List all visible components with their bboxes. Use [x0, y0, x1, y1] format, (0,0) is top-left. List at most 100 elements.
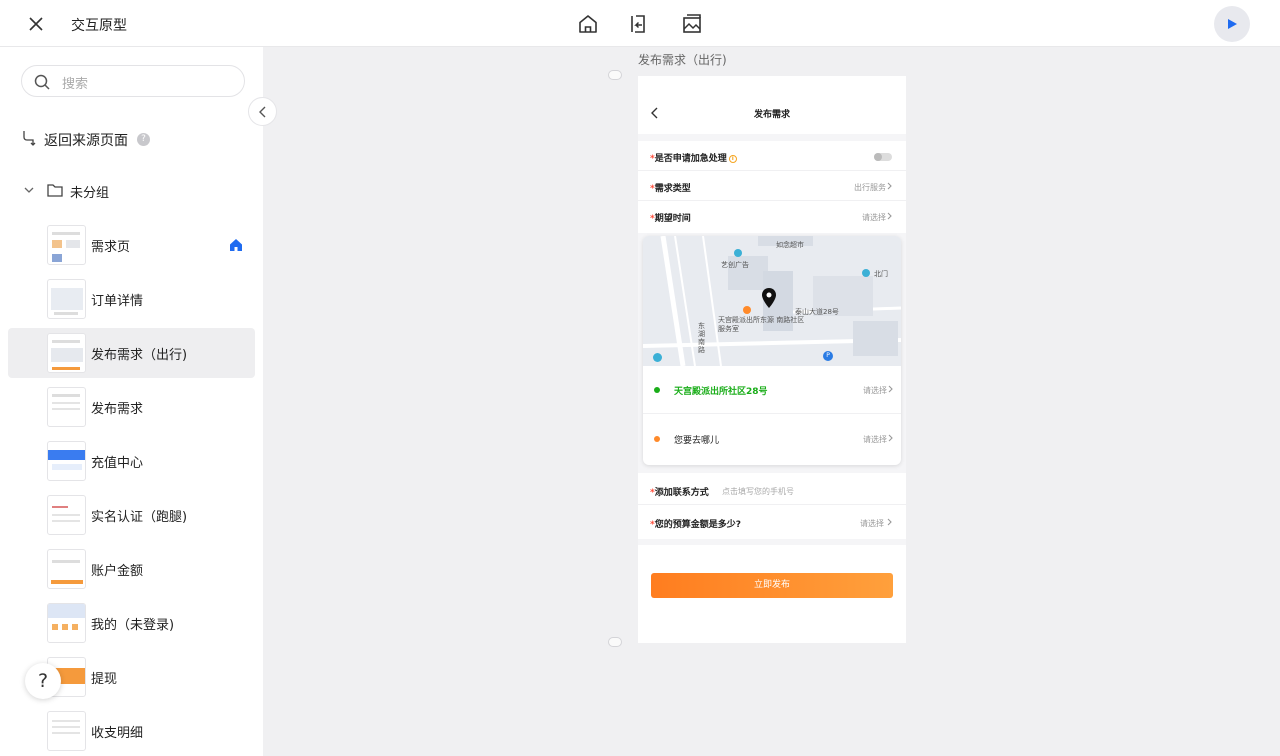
- home-button[interactable]: [576, 12, 600, 36]
- page-thumbnail: [47, 387, 86, 427]
- page-item-transactions[interactable]: 收支明细: [8, 706, 255, 756]
- chevron-right-icon: [887, 518, 892, 526]
- chevron-right-icon: [888, 434, 893, 442]
- chevron-right-icon: [887, 212, 892, 220]
- help-button[interactable]: ?: [25, 663, 61, 699]
- page-item-publish-travel[interactable]: 发布需求（出行): [8, 328, 255, 378]
- chevron-down-icon: [24, 187, 34, 193]
- top-bar: 交互原型: [0, 0, 1280, 47]
- contact-label: 添加联系方式: [654, 488, 709, 498]
- budget-row[interactable]: *您的预算金额是多少? 请选择: [638, 507, 906, 537]
- search-box[interactable]: 搜索: [21, 65, 245, 97]
- return-arrow-icon: [23, 131, 36, 146]
- from-dot-icon: [654, 387, 660, 393]
- phone-preview: 发布需求 *是否申请加急处理 i *需求类型 出行服务 *期望时间 请选择 如念…: [638, 76, 906, 643]
- preview-play-button[interactable]: [1214, 6, 1250, 42]
- poi-marker-icon: [734, 249, 742, 257]
- location-pin-icon: [762, 288, 776, 308]
- type-label: 需求类型: [654, 184, 691, 194]
- poi-marker-icon: [862, 269, 870, 277]
- page-thumbnail: [47, 225, 86, 265]
- page-label: 需求页: [91, 240, 131, 255]
- search-icon: [34, 74, 50, 90]
- chevron-right-icon: [887, 182, 892, 190]
- urgent-label-wrap: *是否申请加急处理 i: [650, 151, 737, 164]
- return-source-page[interactable]: 返回来源页面 ?: [21, 129, 221, 149]
- from-value: 请选择: [863, 386, 887, 395]
- page-item-account-balance[interactable]: 账户金额: [8, 544, 255, 594]
- map-label-office: 天宫殿派出所东源 南路社区服务室: [718, 316, 805, 333]
- page-label: 发布需求（出行): [91, 348, 188, 363]
- page-item-order-detail[interactable]: 订单详情: [8, 274, 255, 324]
- page-item-recharge[interactable]: 充值中心: [8, 436, 255, 486]
- page-thumbnail: [47, 711, 86, 751]
- resize-handle-top[interactable]: [608, 70, 622, 80]
- form-section: *是否申请加急处理 i *需求类型 出行服务 *期望时间 请选择: [638, 141, 906, 233]
- current-location-dot: [743, 306, 751, 314]
- urgent-toggle[interactable]: [874, 153, 892, 161]
- sidebar: 搜索 返回来源页面 ? 未分组 需求页 订单详情 发布需求（出行) 发布需求 充…: [0, 47, 263, 756]
- page-label: 发布需求: [91, 402, 144, 417]
- page-return-icon: [631, 15, 645, 33]
- collapse-sidebar-button[interactable]: [248, 97, 277, 126]
- page-item-demand[interactable]: 需求页: [8, 220, 255, 270]
- image-icon: [683, 14, 701, 33]
- from-address-row[interactable]: 天宫殿派出所社区28号 请选择: [643, 366, 901, 414]
- page-label: 订单详情: [91, 294, 144, 309]
- time-value: 请选择: [862, 213, 886, 222]
- poi-marker-icon: [653, 353, 662, 362]
- page-thumbnail: [47, 603, 86, 643]
- urgent-row[interactable]: *是否申请加急处理 i: [638, 141, 906, 171]
- page-thumbnail: [47, 549, 86, 589]
- budget-label-wrap: *您的预算金额是多少?: [650, 520, 741, 530]
- budget-value: 请选择: [860, 519, 884, 528]
- type-label-wrap: *需求类型: [650, 184, 691, 194]
- time-row[interactable]: *期望时间 请选择: [638, 201, 906, 231]
- info-icon: i: [728, 154, 737, 163]
- page-label: 账户金额: [91, 564, 144, 579]
- screenshot-button[interactable]: [680, 12, 704, 36]
- phone-nav-title: 发布需求: [753, 110, 790, 120]
- phone-nav-bar: 发布需求: [638, 76, 906, 134]
- from-address: 天宫殿派出所社区28号: [674, 387, 768, 397]
- app-title: 交互原型: [71, 18, 127, 34]
- parking-icon: P: [823, 351, 833, 361]
- resize-handle-bottom[interactable]: [608, 637, 622, 647]
- page-item-mine-logged-out[interactable]: 我的（未登录): [8, 598, 255, 648]
- contact-hint: 点击填写您的手机号: [722, 487, 794, 496]
- search-placeholder: 搜索: [62, 77, 89, 92]
- to-address-row[interactable]: 您要去哪儿 请选择: [643, 415, 901, 463]
- canvas-page-title: 发布需求（出行): [638, 53, 727, 67]
- question-mark-icon: ?: [37, 670, 49, 692]
- urgent-label: 是否申请加急处理: [654, 154, 727, 164]
- to-value: 请选择: [863, 435, 887, 444]
- contact-label-wrap: *添加联系方式: [650, 488, 709, 498]
- contact-row[interactable]: *添加联系方式 点击填写您的手机号: [638, 475, 906, 505]
- address-card: 如念超市 艺创广告 北门 泰山大道28号 天宫殿派出所东源 南路社区服务室 东湖…: [643, 236, 901, 465]
- map-label-street: 东湖南路: [698, 322, 705, 354]
- group-unassigned[interactable]: 未分组: [21, 180, 221, 201]
- submit-button[interactable]: 立即发布: [651, 573, 893, 598]
- help-question-icon[interactable]: ?: [137, 133, 150, 146]
- page-label: 我的（未登录): [91, 618, 175, 633]
- chevron-left-icon: [259, 106, 266, 118]
- close-button[interactable]: [26, 14, 46, 34]
- page-item-verification[interactable]: 实名认证（跑腿): [8, 490, 255, 540]
- page-item-publish[interactable]: 发布需求: [8, 382, 255, 432]
- map-view[interactable]: 如念超市 艺创广告 北门 泰山大道28号 天宫殿派出所东源 南路社区服务室 东湖…: [643, 236, 901, 366]
- map-label-supermarket: 如念超市: [776, 241, 804, 249]
- to-dot-icon: [654, 436, 660, 442]
- close-icon: [29, 17, 43, 31]
- type-row[interactable]: *需求类型 出行服务: [638, 171, 906, 201]
- map-label-north-gate: 北门: [874, 270, 888, 278]
- page-label: 充值中心: [91, 456, 144, 471]
- page-label: 提现: [91, 672, 118, 687]
- page-thumbnail: [47, 441, 86, 481]
- map-label-ad: 艺创广告: [721, 261, 749, 269]
- group-label: 未分组: [70, 186, 110, 201]
- time-label-wrap: *期望时间: [650, 214, 691, 224]
- page-label: 收支明细: [91, 726, 144, 741]
- back-to-page-button[interactable]: [628, 12, 652, 36]
- folder-icon: [47, 184, 63, 197]
- home-page-icon: [230, 239, 242, 251]
